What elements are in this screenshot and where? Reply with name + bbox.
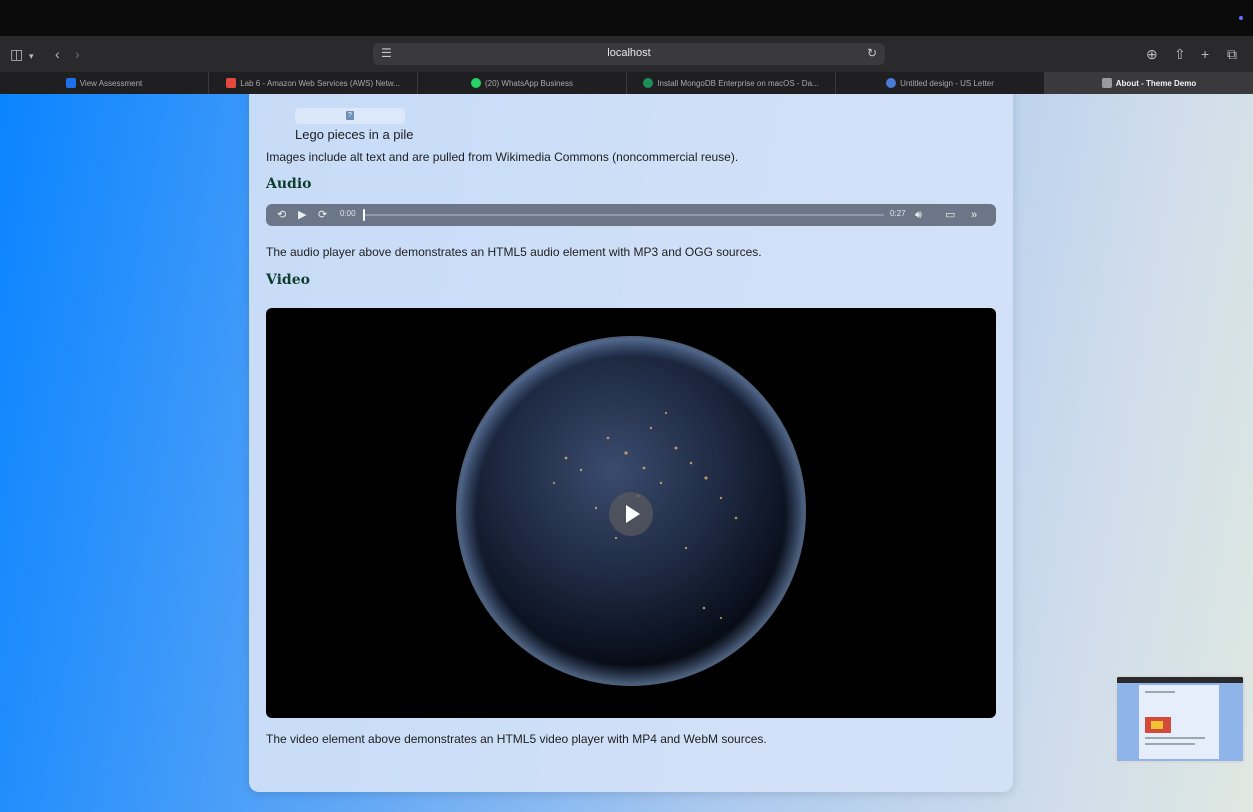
browser-toolbar: ◫ ▾ ‹ › ☰ localhost ↻ ⊕ ⇧ + ⧉ [0, 36, 1253, 72]
image-caption: Lego pieces in a pile [295, 127, 414, 142]
tab-label: Untitled design - US Letter [900, 78, 994, 88]
canva-icon [886, 78, 897, 88]
page-viewport: ? Lego pieces in a pile Images include a… [0, 94, 1253, 812]
thumbnail-preview-image [1117, 677, 1243, 761]
tab-canva[interactable]: Untitled design - US Letter [836, 72, 1045, 94]
url-text: localhost [607, 47, 651, 59]
share-icon[interactable]: ⇧ [1174, 45, 1186, 63]
back-button[interactable]: ‹ [55, 45, 60, 63]
video-note: The video element above demonstrates an … [266, 732, 767, 746]
menu-bar [0, 0, 1253, 36]
mongodb-icon [643, 78, 654, 88]
video-player[interactable] [266, 308, 996, 718]
assessment-icon [65, 78, 76, 88]
tab-label: Lab 6 - Amazon Web Services (AWS) Netw..… [240, 78, 400, 88]
tab-bar: View Assessment Lab 6 - Amazon Web Servi… [0, 72, 1253, 94]
tab-overview-icon[interactable]: ⧉ [1227, 45, 1237, 63]
whatsapp-icon [470, 78, 481, 88]
tab-aws-lab[interactable]: Lab 6 - Amazon Web Services (AWS) Netw..… [209, 72, 418, 94]
audio-seek-bar[interactable] [363, 214, 884, 216]
play-icon [626, 505, 640, 523]
audio-note: The audio player above demonstrates an H… [266, 245, 762, 259]
video-heading: Video [266, 272, 310, 288]
downloads-icon[interactable]: ⊕ [1146, 45, 1158, 63]
audio-player[interactable]: ⟲ ▶ ⟳ 0:00 0:27 🔊︎ ▭ » [266, 204, 996, 226]
content-card: ? Lego pieces in a pile Images include a… [249, 94, 1013, 792]
screenshot-thumbnail[interactable] [1115, 675, 1245, 763]
audio-seek-thumb[interactable] [363, 209, 365, 221]
forward-button[interactable]: › [75, 45, 80, 63]
image-note: Images include alt text and are pulled f… [266, 150, 739, 164]
tab-whatsapp[interactable]: (20) WhatsApp Business [418, 72, 627, 94]
airplay-icon[interactable]: ▭ [945, 208, 955, 222]
audio-heading: Audio [266, 176, 312, 192]
more-options-icon[interactable]: » [971, 208, 977, 222]
address-bar[interactable]: ☰ localhost ↻ [373, 43, 885, 65]
audio-current-time: 0:00 [340, 209, 356, 218]
reload-icon[interactable]: ↻ [867, 46, 877, 60]
new-tab-icon[interactable]: + [1201, 45, 1209, 63]
tab-label: View Assessment [79, 78, 143, 88]
play-button[interactable]: ▶ [298, 208, 306, 222]
broken-image: ? [295, 108, 405, 124]
broken-image-icon: ? [346, 111, 354, 120]
skip-forward-icon[interactable]: ⟳ [318, 208, 327, 222]
volume-icon[interactable]: 🔊︎ [915, 208, 922, 222]
skip-back-icon[interactable]: ⟲ [277, 208, 286, 222]
tab-label: Install MongoDB Enterprise on macOS - Da… [657, 78, 819, 88]
tab-label: About - Theme Demo [1115, 78, 1197, 88]
s-logo-icon [226, 78, 237, 88]
sidebar-toggle-icon[interactable]: ◫ [10, 45, 23, 63]
theme-demo-icon [1101, 78, 1112, 88]
status-dot [1239, 16, 1243, 20]
video-play-button[interactable] [609, 492, 653, 536]
screen: ◫ ▾ ‹ › ☰ localhost ↻ ⊕ ⇧ + ⧉ View Asses… [0, 0, 1253, 812]
tab-label: (20) WhatsApp Business [484, 78, 574, 88]
tab-view-assessment[interactable]: View Assessment [0, 72, 209, 94]
chevron-down-icon[interactable]: ▾ [29, 47, 34, 65]
audio-duration: 0:27 [890, 209, 906, 218]
tab-about-theme-demo[interactable]: About - Theme Demo [1045, 72, 1253, 94]
tab-mongodb[interactable]: Install MongoDB Enterprise on macOS - Da… [627, 72, 836, 94]
